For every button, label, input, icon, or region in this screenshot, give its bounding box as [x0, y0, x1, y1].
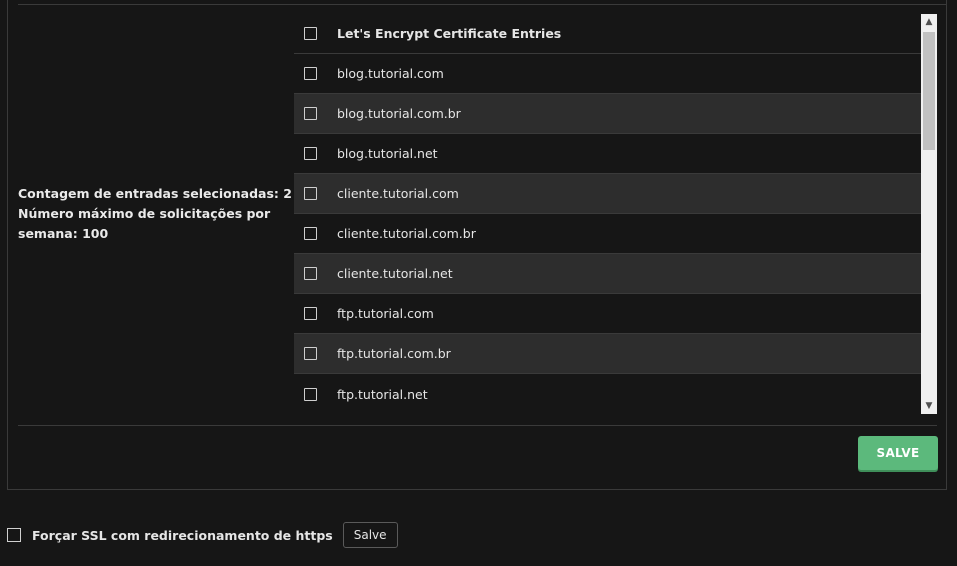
panel-divider-top: [18, 4, 946, 5]
list-header-row[interactable]: Let's Encrypt Certificate Entries: [294, 14, 921, 54]
entry-label: blog.tutorial.net: [337, 146, 438, 161]
force-ssl-checkbox[interactable]: [7, 528, 21, 542]
entry-label: ftp.tutorial.net: [337, 386, 428, 402]
entry-checkbox[interactable]: [304, 387, 317, 401]
list-header-label: Let's Encrypt Certificate Entries: [337, 26, 562, 41]
scroll-down-arrow-icon[interactable]: ▼: [921, 398, 937, 414]
list-scrollbar[interactable]: ▲ ▼: [921, 14, 937, 414]
save-button[interactable]: SALVE: [858, 436, 938, 470]
scrollbar-thumb[interactable]: [923, 32, 935, 150]
entry-checkbox[interactable]: [304, 67, 317, 80]
force-ssl-row: Forçar SSL com redirecionamento de https…: [7, 522, 398, 548]
entry-checkbox[interactable]: [304, 107, 317, 120]
list-item[interactable]: ftp.tutorial.net: [294, 374, 921, 414]
list-item[interactable]: cliente.tutorial.com.br: [294, 214, 921, 254]
list-item[interactable]: blog.tutorial.net: [294, 134, 921, 174]
list-item[interactable]: blog.tutorial.com: [294, 54, 921, 94]
force-ssl-label: Forçar SSL com redirecionamento de https: [32, 527, 333, 543]
entry-label: cliente.tutorial.net: [337, 266, 453, 281]
entry-label: ftp.tutorial.com: [337, 306, 434, 321]
list-item[interactable]: cliente.tutorial.net: [294, 254, 921, 294]
actions-divider: [18, 425, 937, 426]
list-item[interactable]: blog.tutorial.com.br: [294, 94, 921, 134]
certificate-entries-list[interactable]: Let's Encrypt Certificate Entries blog.t…: [294, 14, 937, 414]
list-item[interactable]: ftp.tutorial.com: [294, 294, 921, 334]
list-item[interactable]: ftp.tutorial.com.br: [294, 334, 921, 374]
selected-count-text: Contagem de entradas selecionadas: 2: [18, 186, 292, 201]
entry-checkbox[interactable]: [304, 307, 317, 320]
scroll-up-arrow-icon[interactable]: ▲: [921, 14, 937, 30]
entry-label: ftp.tutorial.com.br: [337, 346, 451, 361]
entry-label: blog.tutorial.com.br: [337, 106, 461, 121]
select-all-checkbox[interactable]: [304, 27, 317, 40]
entry-checkbox[interactable]: [304, 147, 317, 160]
entry-label: cliente.tutorial.com.br: [337, 226, 476, 241]
list-item[interactable]: cliente.tutorial.com: [294, 174, 921, 214]
max-requests-text: Número máximo de solicitações por semana…: [18, 206, 271, 241]
entry-checkbox[interactable]: [304, 347, 317, 360]
entry-checkbox[interactable]: [304, 187, 317, 200]
entry-checkbox[interactable]: [304, 267, 317, 280]
force-ssl-save-button[interactable]: Salve: [342, 522, 398, 548]
entry-label: cliente.tutorial.com: [337, 186, 459, 201]
entry-label: blog.tutorial.com: [337, 66, 444, 81]
entry-checkbox[interactable]: [304, 227, 317, 240]
request-stats: Contagem de entradas selecionadas: 2 Núm…: [18, 184, 293, 244]
